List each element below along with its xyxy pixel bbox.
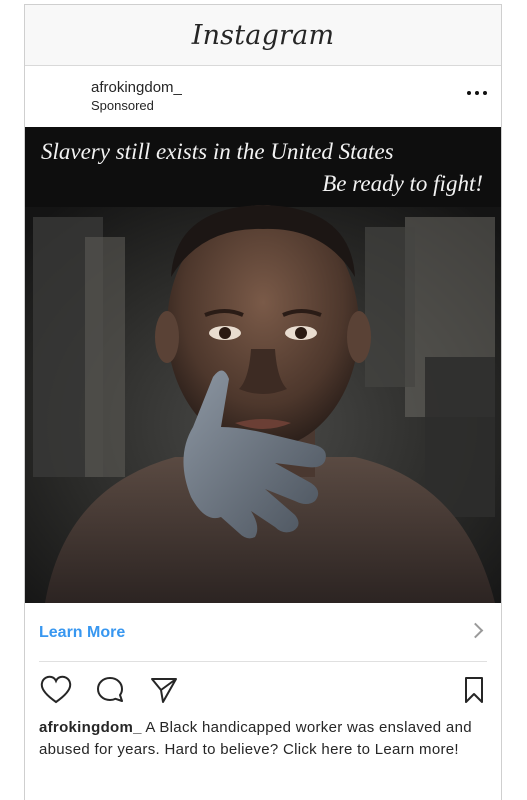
ad-subline: Be ready to fight! <box>322 171 483 196</box>
dot-icon <box>483 91 487 95</box>
share-icon[interactable] <box>149 675 179 705</box>
portrait-illustration <box>25 127 501 603</box>
chevron-right-icon[interactable] <box>467 622 484 639</box>
more-options-icon[interactable] <box>467 87 487 99</box>
ad-headline: Slavery still exists in the United State… <box>41 139 394 164</box>
learn-more-bar[interactable]: Learn More <box>25 603 501 661</box>
dot-icon <box>475 91 479 95</box>
post-username[interactable]: afrokingdom_ <box>91 79 182 96</box>
heart-icon[interactable] <box>39 675 73 705</box>
comment-icon[interactable] <box>95 675 125 705</box>
bookmark-icon[interactable] <box>463 675 485 705</box>
instagram-logo[interactable]: Instagram <box>192 20 335 51</box>
caption-username[interactable]: afrokingdom_ <box>39 719 142 736</box>
post-header: afrokingdom_ Sponsored <box>25 65 501 127</box>
action-bar <box>25 667 501 713</box>
app-header: Instagram <box>25 5 501 66</box>
dot-icon <box>467 91 471 95</box>
divider <box>39 661 487 662</box>
instagram-frame: Instagram afrokingdom_ Sponsored Slavery… <box>24 4 502 800</box>
post-caption: afrokingdom_ A Black handicapped worker … <box>39 717 485 761</box>
post-image[interactable]: Slavery still exists in the United State… <box>25 127 501 603</box>
sponsored-label: Sponsored <box>91 98 154 113</box>
learn-more-link[interactable]: Learn More <box>39 624 125 642</box>
